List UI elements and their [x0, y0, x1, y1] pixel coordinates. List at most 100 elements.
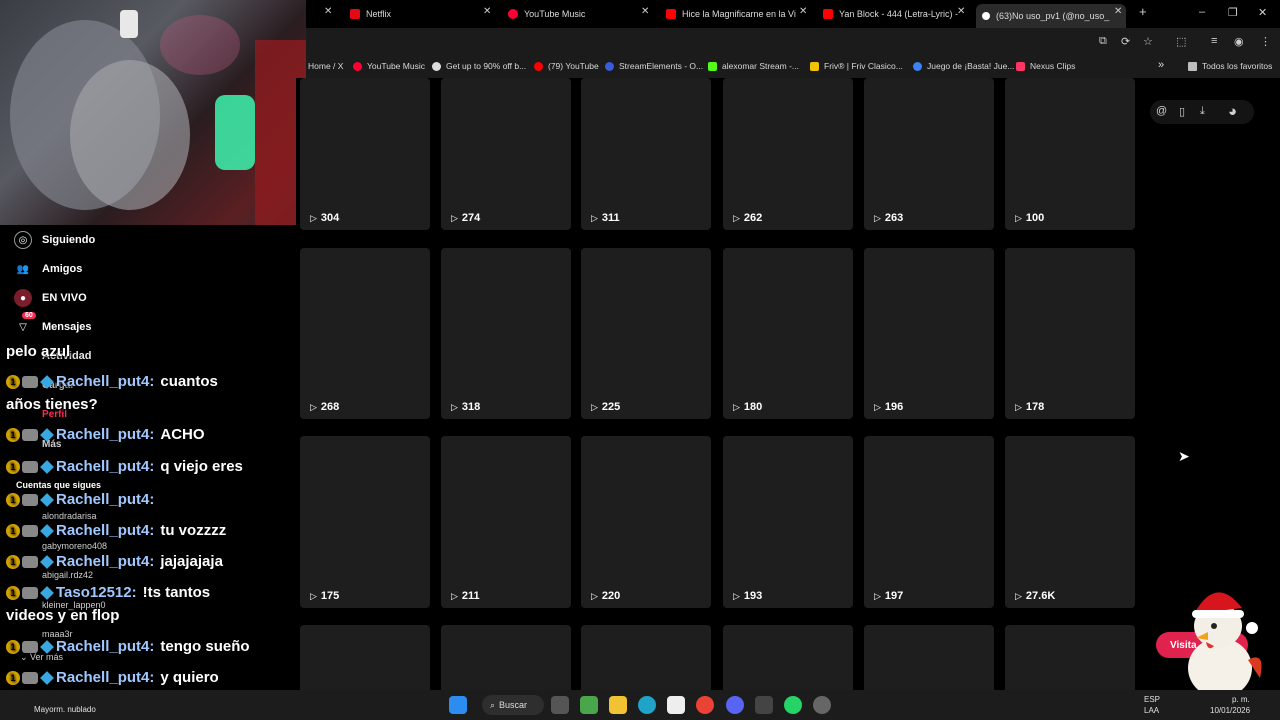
view-count-text: 100	[1025, 212, 1045, 224]
video-thumbnail[interactable]: ▷ 27.6K	[1005, 436, 1135, 608]
sidebar-item-amigos[interactable]: 👥 Amigos	[14, 260, 83, 278]
file-explorer-icon[interactable]	[609, 696, 627, 714]
video-thumbnail[interactable]: ▷ 178	[1005, 248, 1135, 419]
tiktok-icon	[982, 12, 990, 20]
tab-youtube-music[interactable]: YouTube Music	[508, 4, 638, 24]
media-icon[interactable]: ≡	[1211, 35, 1217, 47]
language-label[interactable]: ESP	[1144, 695, 1160, 704]
play-icon: ▷	[451, 590, 458, 601]
edge-icon[interactable]	[638, 696, 656, 714]
video-thumbnail[interactable]: ▷ 274	[441, 78, 571, 230]
view-count-text: 175	[320, 590, 340, 602]
video-thumbnail[interactable]: ▷ 268	[300, 248, 430, 419]
at-icon[interactable]: @	[1156, 105, 1167, 117]
video-thumbnail[interactable]: ▷ 211	[441, 436, 571, 608]
bookmark-item[interactable]: Juego de ¡Basta! Jue...	[913, 61, 1014, 71]
tab-close-icon[interactable]: ✕	[1114, 6, 1122, 17]
video-thumbnail[interactable]: ▷ 193	[723, 436, 853, 608]
all-bookmarks-button[interactable]: Todos los favoritos	[1188, 61, 1272, 71]
chat-message: pelo azul	[6, 343, 70, 360]
bookmark-item[interactable]: Friv® | Friv Clasico...	[810, 61, 903, 71]
webcam-overlay	[0, 0, 306, 225]
video-thumbnail[interactable]: ▷ 304	[300, 78, 430, 230]
youtube-icon	[534, 61, 543, 71]
start-button[interactable]	[449, 696, 467, 714]
chrome-icon[interactable]	[696, 696, 714, 714]
bookmark-star-icon[interactable]: ☆	[1143, 35, 1153, 48]
play-icon: ▷	[733, 401, 740, 412]
close-window-button[interactable]: ✕	[1258, 6, 1267, 19]
tab-netflix[interactable]: Netflix	[350, 4, 480, 24]
sidebar-item-siguiendo[interactable]: ◎ Siguiendo	[14, 231, 95, 249]
sidebar-item-mensajes[interactable]: ▽ Mensajes 60	[14, 312, 92, 336]
tab-video-2[interactable]: Yan Block - 444 (Letra-Lyric) - Y	[823, 4, 959, 24]
video-thumbnail[interactable]: ▷ 196	[864, 248, 994, 419]
video-thumbnail[interactable]	[864, 625, 994, 690]
download-icon[interactable]: ⤓	[1200, 105, 1205, 118]
discord-icon[interactable]	[726, 696, 744, 714]
account-item[interactable]: alondradarisa	[42, 511, 97, 521]
clock-time[interactable]: p. m.	[1232, 695, 1250, 704]
tab-close-icon[interactable]: ✕	[799, 6, 807, 17]
video-thumbnail[interactable]: ▷ 225	[581, 248, 711, 419]
bookmark-item[interactable]: YouTube Music	[353, 61, 425, 71]
user-avatar-icon[interactable]: ◕	[1228, 103, 1237, 120]
account-item[interactable]: abigail.rdz42	[42, 570, 93, 580]
bookmark-item[interactable]: alexomar Stream -...	[708, 61, 799, 71]
bookmarks-overflow-button[interactable]: »	[1158, 59, 1164, 71]
translate-icon[interactable]: ⧉	[1099, 35, 1107, 48]
video-thumbnail[interactable]	[723, 625, 853, 690]
new-tab-button[interactable]: +	[1139, 4, 1147, 19]
clock-date[interactable]: 10/01/2026	[1210, 706, 1250, 715]
video-thumbnail[interactable]: ▷ 180	[723, 248, 853, 419]
profile-avatar-icon[interactable]: ◉	[1234, 35, 1244, 48]
video-thumbnail[interactable]: ▷ 311	[581, 78, 711, 230]
bookmark-item[interactable]: StreamElements - O...	[605, 61, 703, 71]
sidebar-item-en-vivo[interactable]: ● EN VIVO	[14, 289, 87, 307]
video-thumbnail[interactable]	[1005, 625, 1135, 690]
menu-dots-icon[interactable]: ⋮	[1260, 35, 1271, 48]
obs-icon[interactable]	[813, 696, 831, 714]
play-icon: ▷	[1015, 212, 1022, 223]
app-icon[interactable]	[755, 696, 773, 714]
tab-title: Hice la Magnificarne en la Vida	[682, 9, 796, 19]
tab-video-1[interactable]: Hice la Magnificarne en la Vida	[666, 4, 796, 24]
video-thumbnail[interactable]: ▷ 175	[300, 436, 430, 608]
minimize-button[interactable]: –	[1199, 6, 1205, 18]
bookmark-item[interactable]: (79) YouTube	[534, 61, 599, 71]
whatsapp-icon[interactable]	[784, 696, 802, 714]
video-thumbnail[interactable]: ▷ 318	[441, 248, 571, 419]
bookmark-item[interactable]: Home / X	[308, 61, 343, 71]
chat-text: jajajajaja	[160, 553, 223, 570]
video-thumbnail[interactable]	[441, 625, 571, 690]
cast-icon[interactable]: ⟳	[1121, 35, 1130, 48]
video-thumbnail[interactable]: ▷ 197	[864, 436, 994, 608]
video-thumbnail[interactable]	[581, 625, 711, 690]
bookmark-item[interactable]: Nexus Clips	[1016, 61, 1075, 71]
store-icon[interactable]	[667, 696, 685, 714]
video-thumbnail[interactable]: ▷ 220	[581, 436, 711, 608]
streamelements-icon	[605, 61, 614, 71]
widgets-icon[interactable]	[580, 696, 598, 714]
extensions-icon[interactable]: ⬚	[1176, 35, 1186, 48]
view-count-text: 193	[743, 590, 763, 602]
restore-button[interactable]: ❐	[1228, 6, 1238, 19]
tab-tiktok-active[interactable]: (63)No uso_pv1 (@no_uso_	[976, 4, 1126, 28]
tab-close-icon[interactable]: ✕	[641, 6, 649, 17]
task-view-icon[interactable]	[551, 696, 569, 714]
video-thumbnail[interactable]: ▷ 262	[723, 78, 853, 230]
phone-icon[interactable]: ▯	[1179, 105, 1185, 118]
bookmark-item[interactable]: Get up to 90% off b...	[432, 61, 526, 71]
video-thumbnail[interactable]: ▷ 100	[1005, 78, 1135, 230]
video-thumbnail[interactable]: ▷ 263	[864, 78, 994, 230]
video-thumbnail[interactable]	[300, 625, 430, 690]
mod-badge-icon	[22, 375, 38, 388]
all-bookmarks-label: Todos los favoritos	[1202, 61, 1273, 71]
account-item[interactable]: gabymoreno408	[42, 541, 107, 551]
messages-icon: ▽	[19, 321, 27, 333]
tab-close-icon[interactable]: ✕	[324, 6, 332, 17]
bookmarks-bar: Home / X YouTube Music Get up to 90% off…	[306, 56, 1280, 78]
taskbar-search[interactable]: ⌕ Buscar	[482, 695, 544, 715]
tab-close-icon[interactable]: ✕	[483, 6, 491, 17]
tab-close-icon[interactable]: ✕	[957, 6, 965, 17]
